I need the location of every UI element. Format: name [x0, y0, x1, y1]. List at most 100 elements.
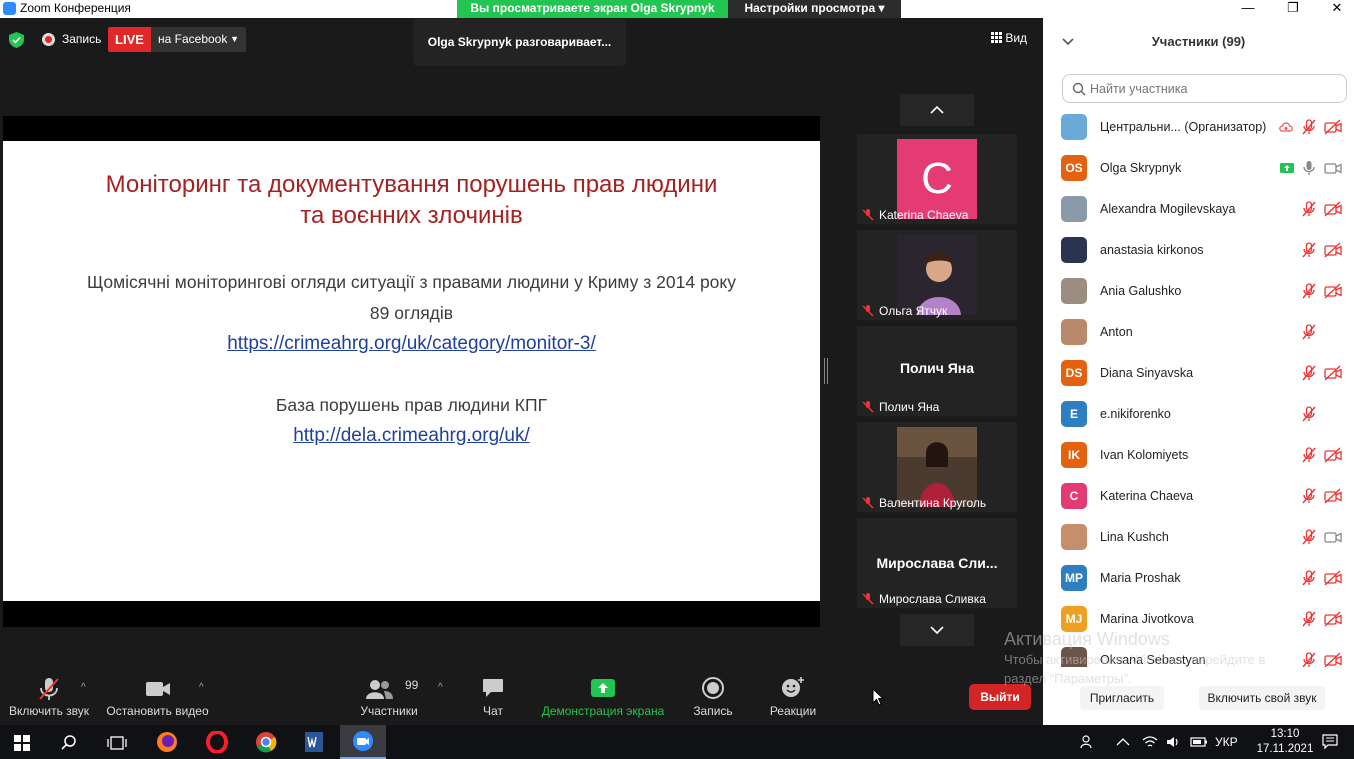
search-taskbar-button[interactable] [46, 725, 92, 759]
mic-icon[interactable] [1302, 160, 1316, 176]
participant-status-icons [1294, 529, 1342, 545]
minimize-button[interactable]: — [1225, 0, 1271, 18]
battery-icon[interactable] [1190, 736, 1208, 748]
mic-muted-icon[interactable] [1302, 201, 1316, 217]
split-divider-handle[interactable] [824, 358, 828, 384]
chevron-down-icon [930, 626, 944, 635]
gallery-scroll-up-button[interactable] [900, 94, 974, 126]
video-camera-icon[interactable] [1324, 529, 1342, 545]
participant-row[interactable]: DS Diana Sinyavska [1043, 353, 1354, 394]
speaker-icon[interactable] [1166, 736, 1180, 748]
video-off-icon[interactable] [1324, 570, 1342, 586]
mic-muted-icon[interactable] [1302, 570, 1316, 586]
live-target-label: на Facebook [158, 32, 228, 46]
task-view-button[interactable] [94, 725, 140, 759]
participant-row[interactable]: Центральни... (Организатор) [1043, 107, 1354, 148]
video-off-icon[interactable] [1324, 652, 1342, 667]
video-off-icon[interactable] [1324, 611, 1342, 627]
search-icon [61, 735, 76, 750]
chat-button[interactable]: Чат [466, 667, 520, 723]
video-camera-icon[interactable] [1324, 160, 1342, 176]
share-screen-button[interactable]: Демонстрация экрана [535, 667, 671, 723]
video-off-icon[interactable] [1324, 242, 1342, 258]
participant-row[interactable]: C Katerina Chaeva [1043, 476, 1354, 517]
mic-muted-icon[interactable] [1302, 119, 1316, 135]
keyboard-language[interactable]: УКР [1215, 735, 1238, 749]
participant-row[interactable]: IK Ivan Kolomiyets [1043, 435, 1354, 476]
word-taskbar-icon[interactable] [291, 725, 337, 759]
video-off-icon[interactable] [1324, 201, 1342, 217]
mic-muted-icon[interactable] [1302, 611, 1316, 627]
people-tray-icon[interactable] [1080, 735, 1096, 749]
participants-options-caret-icon[interactable]: ^ [438, 682, 443, 693]
video-off-icon[interactable] [1324, 488, 1342, 504]
participant-row[interactable]: Alexandra Mogilevskaya [1043, 189, 1354, 230]
close-button[interactable]: ✕ [1314, 0, 1354, 18]
notifications-icon[interactable] [1322, 734, 1338, 750]
reactions-button[interactable]: Реакции [763, 667, 823, 723]
video-options-caret-icon[interactable]: ^ [199, 682, 204, 693]
video-off-icon[interactable] [1324, 283, 1342, 299]
opera-taskbar-icon[interactable] [194, 725, 240, 759]
view-options-button[interactable]: Настройки просмотра ▾ [728, 0, 901, 18]
mic-muted-icon[interactable] [1302, 529, 1316, 545]
mic-muted-icon[interactable] [1302, 283, 1316, 299]
slide-text-line2: 89 оглядів [369, 303, 454, 323]
chrome-taskbar-icon[interactable] [243, 725, 289, 759]
participant-row[interactable]: Lina Kushch [1043, 517, 1354, 558]
participants-button[interactable]: 99 Участники [353, 667, 425, 723]
participant-name: Diana Sinyavska [1100, 366, 1194, 380]
participant-search-input[interactable] [1062, 74, 1347, 103]
slide-link-monitor[interactable]: https://crimeahrg.org/uk/category/monito… [3, 333, 820, 355]
start-button[interactable] [0, 725, 46, 759]
view-button[interactable]: Вид [991, 31, 1027, 45]
participant-row[interactable]: Anton [1043, 312, 1354, 353]
video-off-icon[interactable] [1324, 365, 1342, 381]
firefox-taskbar-icon[interactable] [144, 725, 190, 759]
participant-name: Центральни... (Организатор) [1100, 120, 1267, 134]
participant-row[interactable]: anastasia kirkonos [1043, 230, 1354, 271]
video-tile[interactable]: Валентина Круголь [857, 422, 1017, 512]
video-tile[interactable]: Мирослава Сли... Мирослава Сливка [857, 518, 1017, 608]
invite-button[interactable]: Пригласить [1080, 686, 1164, 710]
wifi-icon[interactable] [1142, 736, 1158, 748]
slide-text-line1: Щомісячні моніторингові огляди ситуації … [86, 272, 737, 292]
mouse-cursor-icon [872, 688, 884, 706]
video-tile[interactable]: C Katerina Chaeva [857, 134, 1017, 224]
gallery-scroll-down-button[interactable] [900, 614, 974, 646]
mic-muted-icon[interactable] [1302, 447, 1316, 463]
unmute-button[interactable]: Включить звук [0, 667, 98, 723]
slide-link-dela[interactable]: http://dela.crimeahrg.org/uk/ [3, 425, 820, 447]
chat-icon [483, 679, 503, 697]
participant-row[interactable]: OS Olga Skrypnyk [1043, 148, 1354, 189]
clock[interactable]: 13:10 17.11.2021 [1255, 727, 1315, 757]
mic-muted-icon[interactable] [1302, 324, 1316, 340]
video-off-icon[interactable] [1324, 119, 1342, 135]
participants-label: Участники [360, 704, 418, 718]
record-button[interactable]: Запись [685, 667, 741, 723]
mic-muted-icon[interactable] [1302, 652, 1316, 667]
video-tile[interactable]: Ольга Ятчук [857, 230, 1017, 320]
mic-muted-icon[interactable] [1302, 488, 1316, 504]
participant-row[interactable]: Ee.nikiforenko [1043, 394, 1354, 435]
audio-options-caret-icon[interactable]: ^ [81, 682, 86, 693]
participant-name: Ania Galushko [1100, 284, 1182, 298]
stop-video-button[interactable]: Остановить видео [100, 667, 215, 723]
maximize-button[interactable]: ❐ [1270, 0, 1316, 18]
recording-label[interactable]: Запись [62, 32, 101, 46]
chevron-up-icon[interactable] [1116, 738, 1130, 746]
video-camera-icon [145, 682, 170, 696]
mic-muted-icon[interactable] [1302, 406, 1316, 422]
video-tile[interactable]: Полич Яна Полич Яна [857, 326, 1017, 416]
video-off-icon[interactable] [1324, 447, 1342, 463]
mic-muted-icon[interactable] [1302, 242, 1316, 258]
share-screen-icon [591, 679, 615, 697]
live-stream-dropdown[interactable]: на Facebook ▼ [151, 27, 246, 52]
zoom-taskbar-icon[interactable] [340, 725, 386, 759]
mic-muted-icon[interactable] [1302, 365, 1316, 381]
encryption-shield-icon[interactable] [9, 32, 24, 48]
participant-row[interactable]: MP Maria Proshak [1043, 558, 1354, 599]
unmute-self-button[interactable]: Включить свой звук [1199, 686, 1325, 710]
avatar: OS [1061, 155, 1087, 181]
participant-row[interactable]: Ania Galushko [1043, 271, 1354, 312]
